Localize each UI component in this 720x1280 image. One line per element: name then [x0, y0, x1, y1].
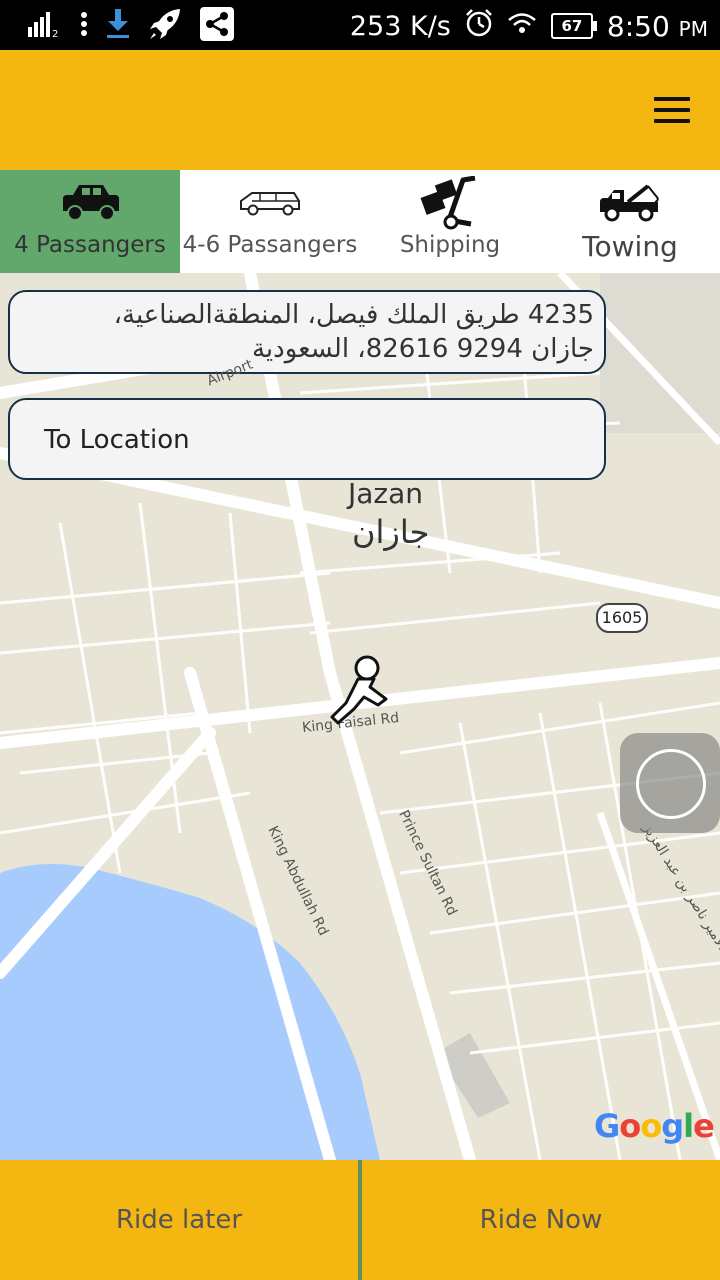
station-wagon-icon — [180, 178, 360, 228]
network-speed: 253 K/s — [349, 10, 451, 42]
rocket-icon — [148, 7, 182, 45]
google-logo: Google — [594, 1107, 715, 1145]
ride-now-button[interactable]: Ride Now — [362, 1160, 720, 1280]
more-vert-icon — [80, 11, 88, 41]
to-location-field[interactable]: To Location — [8, 398, 606, 480]
alarm-icon — [465, 8, 493, 44]
signal-icon: 2 — [28, 11, 62, 41]
runner-marker-icon — [324, 655, 394, 729]
svg-text:2: 2 — [52, 29, 58, 37]
tab-label: Shipping — [399, 232, 501, 258]
app-bar — [0, 50, 720, 170]
vehicle-type-tabs: 4 Passangers 4-6 Passangers Shipping Tow… — [0, 170, 720, 273]
tab-label: 4-6 Passangers — [182, 232, 358, 258]
route-shield: 1605 — [596, 603, 648, 633]
car-icon — [0, 178, 180, 228]
tow-truck-icon — [540, 178, 720, 228]
map-view[interactable]: 4235 طريق الملك فيصل، المنطقةالصناعية، ج… — [0, 273, 720, 1160]
location-ring-icon — [636, 749, 706, 819]
hamburger-menu-icon[interactable] — [654, 97, 690, 125]
bottom-action-bar: Ride later Ride Now — [0, 1160, 720, 1280]
tab-shipping[interactable]: Shipping — [360, 170, 540, 273]
tab-4-6-passengers[interactable]: 4-6 Passangers — [180, 170, 360, 273]
clock: 8:50 PM — [606, 9, 708, 43]
ride-later-button[interactable]: Ride later — [0, 1160, 358, 1280]
from-location-field[interactable]: 4235 طريق الملك فيصل، المنطقةالصناعية، ج… — [8, 290, 606, 374]
city-label-en: Jazan — [348, 477, 424, 510]
tab-label: 4 Passangers — [14, 232, 166, 258]
tab-4-passengers[interactable]: 4 Passangers — [0, 170, 180, 273]
wifi-icon — [507, 11, 537, 42]
city-label-ar: جازان — [352, 513, 430, 551]
my-location-button[interactable] — [620, 733, 720, 833]
share-icon — [200, 7, 234, 45]
status-bar: 2 253 K/s 67 8:50 PM — [0, 0, 720, 50]
tab-label: Towing — [582, 230, 678, 263]
battery-icon: 67 — [550, 13, 597, 39]
from-location-line1: 4235 طريق الملك فيصل، المنطقةالصناعية، — [113, 300, 594, 330]
from-location-line2: جازان 9294 82616، السعودية — [251, 334, 594, 364]
hand-truck-icon — [360, 176, 540, 230]
tab-towing[interactable]: Towing — [540, 170, 720, 273]
to-location-placeholder: To Location — [44, 425, 190, 455]
download-icon — [106, 9, 130, 43]
